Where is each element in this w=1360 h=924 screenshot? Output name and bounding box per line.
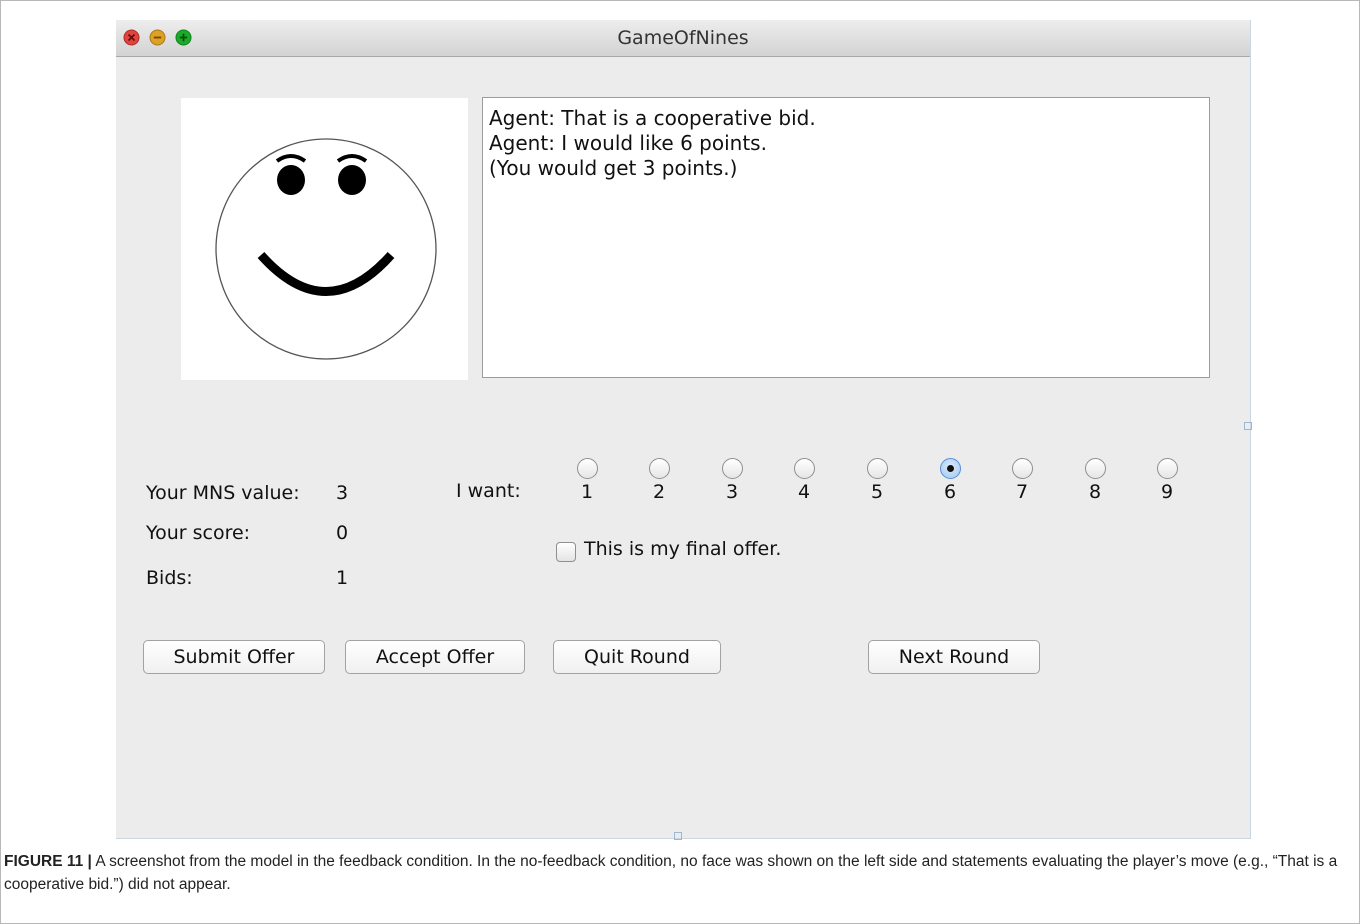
want-option-label: 2: [652, 481, 666, 503]
caption-text: A screenshot from the model in the feedb…: [4, 853, 1338, 893]
radio-button[interactable]: [576, 458, 598, 479]
caption-lead: FIGURE 11 |: [4, 853, 92, 870]
want-option-label: 1: [580, 481, 594, 503]
next-round-button[interactable]: Next Round: [868, 640, 1040, 674]
radio-button[interactable]: [1084, 458, 1106, 479]
want-option-label: 8: [1088, 481, 1102, 503]
message-line: (You would get 3 points.): [489, 156, 738, 180]
message-line: Agent: I would like 6 points.: [489, 131, 767, 155]
radio-button[interactable]: [721, 458, 743, 479]
score-label: Your score:: [146, 522, 251, 544]
resize-handle[interactable]: [674, 832, 682, 840]
want-option-9[interactable]: 9: [1152, 458, 1182, 503]
message-area[interactable]: Agent: That is a cooperative bid. Agent:…: [482, 97, 1210, 378]
want-option-8[interactable]: 8: [1080, 458, 1110, 503]
resize-handle[interactable]: [1244, 422, 1252, 430]
quit-round-button[interactable]: Quit Round: [553, 640, 721, 674]
score-value: 0: [336, 522, 349, 544]
want-option-1[interactable]: 1: [572, 458, 602, 503]
want-option-4[interactable]: 4: [789, 458, 819, 503]
mns-value: 3: [336, 482, 349, 504]
want-option-2[interactable]: 2: [644, 458, 674, 503]
want-option-6[interactable]: 6: [935, 458, 965, 503]
window-title: GameOfNines: [617, 27, 749, 49]
bids-label: Bids:: [146, 567, 193, 589]
want-option-7[interactable]: 7: [1007, 458, 1037, 503]
smiley-face-icon: [215, 138, 437, 360]
final-offer-checkbox[interactable]: [556, 542, 576, 562]
radio-button[interactable]: [793, 458, 815, 479]
want-option-label: 4: [797, 481, 811, 503]
want-option-5[interactable]: 5: [862, 458, 892, 503]
accept-offer-button[interactable]: Accept Offer: [345, 640, 525, 674]
want-option-label: 6: [943, 481, 957, 503]
want-option-label: 3: [725, 481, 739, 503]
want-option-label: 5: [870, 481, 884, 503]
want-option-label: 7: [1015, 481, 1029, 503]
radio-button[interactable]: [648, 458, 670, 479]
figure-caption: FIGURE 11 | A screenshot from the model …: [4, 850, 1354, 896]
radio-button[interactable]: [1156, 458, 1178, 479]
want-option-label: 9: [1160, 481, 1174, 503]
app-window: GameOfNines Agent: That is a cooperative…: [116, 20, 1252, 840]
mns-label: Your MNS value:: [146, 482, 300, 504]
final-offer-label[interactable]: This is my final offer.: [584, 538, 781, 560]
radio-button-selected[interactable]: [939, 458, 961, 479]
title-bar[interactable]: GameOfNines: [116, 20, 1250, 57]
radio-dot: [946, 465, 954, 472]
want-option-3[interactable]: 3: [717, 458, 747, 503]
radio-button[interactable]: [866, 458, 888, 479]
message-line: Agent: That is a cooperative bid.: [489, 106, 816, 130]
radio-button[interactable]: [1011, 458, 1033, 479]
bids-value: 1: [336, 567, 349, 589]
want-label: I want:: [456, 480, 521, 502]
submit-offer-button[interactable]: Submit Offer: [143, 640, 325, 674]
face-panel: [181, 98, 468, 380]
